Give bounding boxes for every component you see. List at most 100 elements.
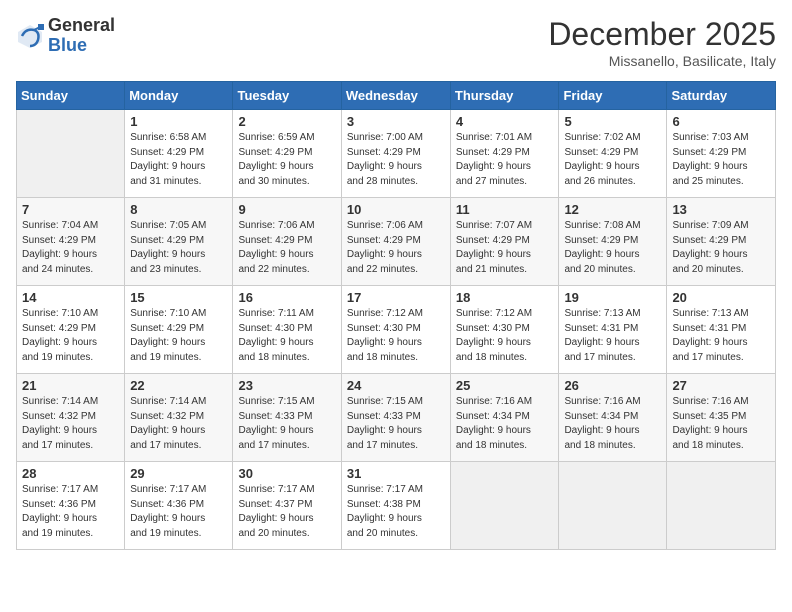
calendar-cell: 12Sunrise: 7:08 AM Sunset: 4:29 PM Dayli… <box>559 198 667 286</box>
day-number: 4 <box>456 114 554 129</box>
calendar-cell: 14Sunrise: 7:10 AM Sunset: 4:29 PM Dayli… <box>17 286 125 374</box>
calendar-cell: 15 Sunrise: 7:10 AM Sunset: 4:29 PM Dayli… <box>125 286 233 374</box>
calendar-cell: 20 Sunrise: 7:13 AM Sunset: 4:31 PM Dayli… <box>667 286 776 374</box>
calendar-cell: 26 Sunrise: 7:16 AM Sunset: 4:34 PM Dayli… <box>559 374 667 462</box>
day-info: Sunrise: 7:07 AM Sunset: 4:29 PM Dayligh… <box>456 219 554 277</box>
title-block: December 2025 Missanello, Basilicate, It… <box>548 16 776 69</box>
day-info: Sunrise: 7:00 AM Sunset: 4:29 PM Dayligh… <box>347 131 445 189</box>
day-header-wednesday: Wednesday <box>341 82 450 110</box>
month-title: December 2025 <box>548 16 776 53</box>
day-info: Sunrise: 7:01 AM Sunset: 4:29 PM Dayligh… <box>456 131 554 189</box>
day-number: 21 <box>22 378 119 393</box>
day-info: Sunrise: 7:13 AM Sunset: 4:31 PM Dayligh… <box>564 307 661 365</box>
day-info: Sunrise: 7:04 AM Sunset: 4:29 PM Dayligh… <box>22 219 119 277</box>
day-number: 19 <box>564 290 661 305</box>
day-info: Sunrise: 7:15 AM Sunset: 4:33 PM Dayligh… <box>347 395 445 453</box>
calendar-cell: 6 Sunrise: 7:03 AM Sunset: 4:29 PM Daylig… <box>667 110 776 198</box>
day-info: Sunrise: 7:15 AM Sunset: 4:33 PM Dayligh… <box>238 395 335 453</box>
calendar-cell <box>17 110 125 198</box>
day-number: 9 <box>238 202 335 217</box>
day-header-tuesday: Tuesday <box>233 82 341 110</box>
calendar-cell: 24 Sunrise: 7:15 AM Sunset: 4:33 PM Dayli… <box>341 374 450 462</box>
day-number: 5 <box>564 114 661 129</box>
day-number: 18 <box>456 290 554 305</box>
calendar-cell <box>450 462 559 550</box>
calendar-cell: 30 Sunrise: 7:17 AM Sunset: 4:37 PM Dayli… <box>233 462 341 550</box>
day-info: Sunrise: 7:17 AM Sunset: 4:38 PM Dayligh… <box>347 483 445 541</box>
logo-general: General <box>48 15 115 35</box>
calendar-cell: 5Sunrise: 7:02 AM Sunset: 4:29 PM Daylig… <box>559 110 667 198</box>
calendar-cell: 17Sunrise: 7:12 AM Sunset: 4:30 PM Dayli… <box>341 286 450 374</box>
calendar-cell: 7 Sunrise: 7:04 AM Sunset: 4:29 PM Daylig… <box>17 198 125 286</box>
day-number: 24 <box>347 378 445 393</box>
day-number: 6 <box>672 114 770 129</box>
calendar-cell: 31Sunrise: 7:17 AM Sunset: 4:38 PM Dayli… <box>341 462 450 550</box>
week-row-4: 21Sunrise: 7:14 AM Sunset: 4:32 PM Dayli… <box>17 374 776 462</box>
week-row-1: 1 Sunrise: 6:58 AM Sunset: 4:29 PM Daylig… <box>17 110 776 198</box>
day-number: 23 <box>238 378 335 393</box>
day-number: 22 <box>130 378 227 393</box>
calendar-cell: 3Sunrise: 7:00 AM Sunset: 4:29 PM Daylig… <box>341 110 450 198</box>
day-number: 15 <box>130 290 227 305</box>
day-info: Sunrise: 7:05 AM Sunset: 4:29 PM Dayligh… <box>130 219 227 277</box>
logo-blue: Blue <box>48 35 87 55</box>
day-info: Sunrise: 7:16 AM Sunset: 4:34 PM Dayligh… <box>564 395 661 453</box>
calendar-table: SundayMondayTuesdayWednesdayThursdayFrid… <box>16 81 776 550</box>
day-info: Sunrise: 7:12 AM Sunset: 4:30 PM Dayligh… <box>347 307 445 365</box>
day-info: Sunrise: 7:13 AM Sunset: 4:31 PM Dayligh… <box>672 307 770 365</box>
calendar-cell: 25 Sunrise: 7:16 AM Sunset: 4:34 PM Dayli… <box>450 374 559 462</box>
day-info: Sunrise: 7:16 AM Sunset: 4:35 PM Dayligh… <box>672 395 770 453</box>
day-number: 1 <box>130 114 227 129</box>
day-info: Sunrise: 7:06 AM Sunset: 4:29 PM Dayligh… <box>238 219 335 277</box>
day-info: Sunrise: 7:17 AM Sunset: 4:37 PM Dayligh… <box>238 483 335 541</box>
calendar-cell: 10Sunrise: 7:06 AM Sunset: 4:29 PM Dayli… <box>341 198 450 286</box>
day-number: 16 <box>238 290 335 305</box>
day-info: Sunrise: 7:11 AM Sunset: 4:30 PM Dayligh… <box>238 307 335 365</box>
day-number: 29 <box>130 466 227 481</box>
day-header-sunday: Sunday <box>17 82 125 110</box>
day-number: 28 <box>22 466 119 481</box>
page-header: General Blue December 2025 Missanello, B… <box>16 16 776 69</box>
logo: General Blue <box>16 16 115 56</box>
day-number: 10 <box>347 202 445 217</box>
calendar-cell: 22Sunrise: 7:14 AM Sunset: 4:32 PM Dayli… <box>125 374 233 462</box>
day-info: Sunrise: 7:16 AM Sunset: 4:34 PM Dayligh… <box>456 395 554 453</box>
day-header-thursday: Thursday <box>450 82 559 110</box>
calendar-cell: 2 Sunrise: 6:59 AM Sunset: 4:29 PM Daylig… <box>233 110 341 198</box>
day-number: 20 <box>672 290 770 305</box>
day-info: Sunrise: 7:08 AM Sunset: 4:29 PM Dayligh… <box>564 219 661 277</box>
calendar-cell: 8Sunrise: 7:05 AM Sunset: 4:29 PM Daylig… <box>125 198 233 286</box>
day-info: Sunrise: 7:09 AM Sunset: 4:29 PM Dayligh… <box>672 219 770 277</box>
day-number: 13 <box>672 202 770 217</box>
day-number: 7 <box>22 202 119 217</box>
day-info: Sunrise: 7:10 AM Sunset: 4:29 PM Dayligh… <box>130 307 227 365</box>
day-number: 30 <box>238 466 335 481</box>
calendar-cell: 9 Sunrise: 7:06 AM Sunset: 4:29 PM Daylig… <box>233 198 341 286</box>
calendar-cell: 27 Sunrise: 7:16 AM Sunset: 4:35 PM Dayli… <box>667 374 776 462</box>
day-info: Sunrise: 6:59 AM Sunset: 4:29 PM Dayligh… <box>238 131 335 189</box>
day-number: 2 <box>238 114 335 129</box>
day-number: 25 <box>456 378 554 393</box>
day-info: Sunrise: 6:58 AM Sunset: 4:29 PM Dayligh… <box>130 131 227 189</box>
calendar-cell: 18 Sunrise: 7:12 AM Sunset: 4:30 PM Dayli… <box>450 286 559 374</box>
day-number: 26 <box>564 378 661 393</box>
day-header-saturday: Saturday <box>667 82 776 110</box>
calendar-cell: 19 Sunrise: 7:13 AM Sunset: 4:31 PM Dayli… <box>559 286 667 374</box>
calendar-body: 1 Sunrise: 6:58 AM Sunset: 4:29 PM Daylig… <box>17 110 776 550</box>
calendar-cell: 13 Sunrise: 7:09 AM Sunset: 4:29 PM Dayli… <box>667 198 776 286</box>
day-info: Sunrise: 7:17 AM Sunset: 4:36 PM Dayligh… <box>22 483 119 541</box>
calendar-cell: 23 Sunrise: 7:15 AM Sunset: 4:33 PM Dayli… <box>233 374 341 462</box>
calendar-cell: 4 Sunrise: 7:01 AM Sunset: 4:29 PM Daylig… <box>450 110 559 198</box>
calendar-cell: 21Sunrise: 7:14 AM Sunset: 4:32 PM Dayli… <box>17 374 125 462</box>
day-info: Sunrise: 7:12 AM Sunset: 4:30 PM Dayligh… <box>456 307 554 365</box>
day-number: 14 <box>22 290 119 305</box>
calendar-cell: 16 Sunrise: 7:11 AM Sunset: 4:30 PM Dayli… <box>233 286 341 374</box>
location: Missanello, Basilicate, Italy <box>548 53 776 69</box>
calendar-cell: 1 Sunrise: 6:58 AM Sunset: 4:29 PM Daylig… <box>125 110 233 198</box>
day-number: 27 <box>672 378 770 393</box>
calendar-cell <box>559 462 667 550</box>
calendar-cell: 11Sunrise: 7:07 AM Sunset: 4:29 PM Dayli… <box>450 198 559 286</box>
day-info: Sunrise: 7:03 AM Sunset: 4:29 PM Dayligh… <box>672 131 770 189</box>
day-header-friday: Friday <box>559 82 667 110</box>
logo-icon <box>16 22 44 50</box>
